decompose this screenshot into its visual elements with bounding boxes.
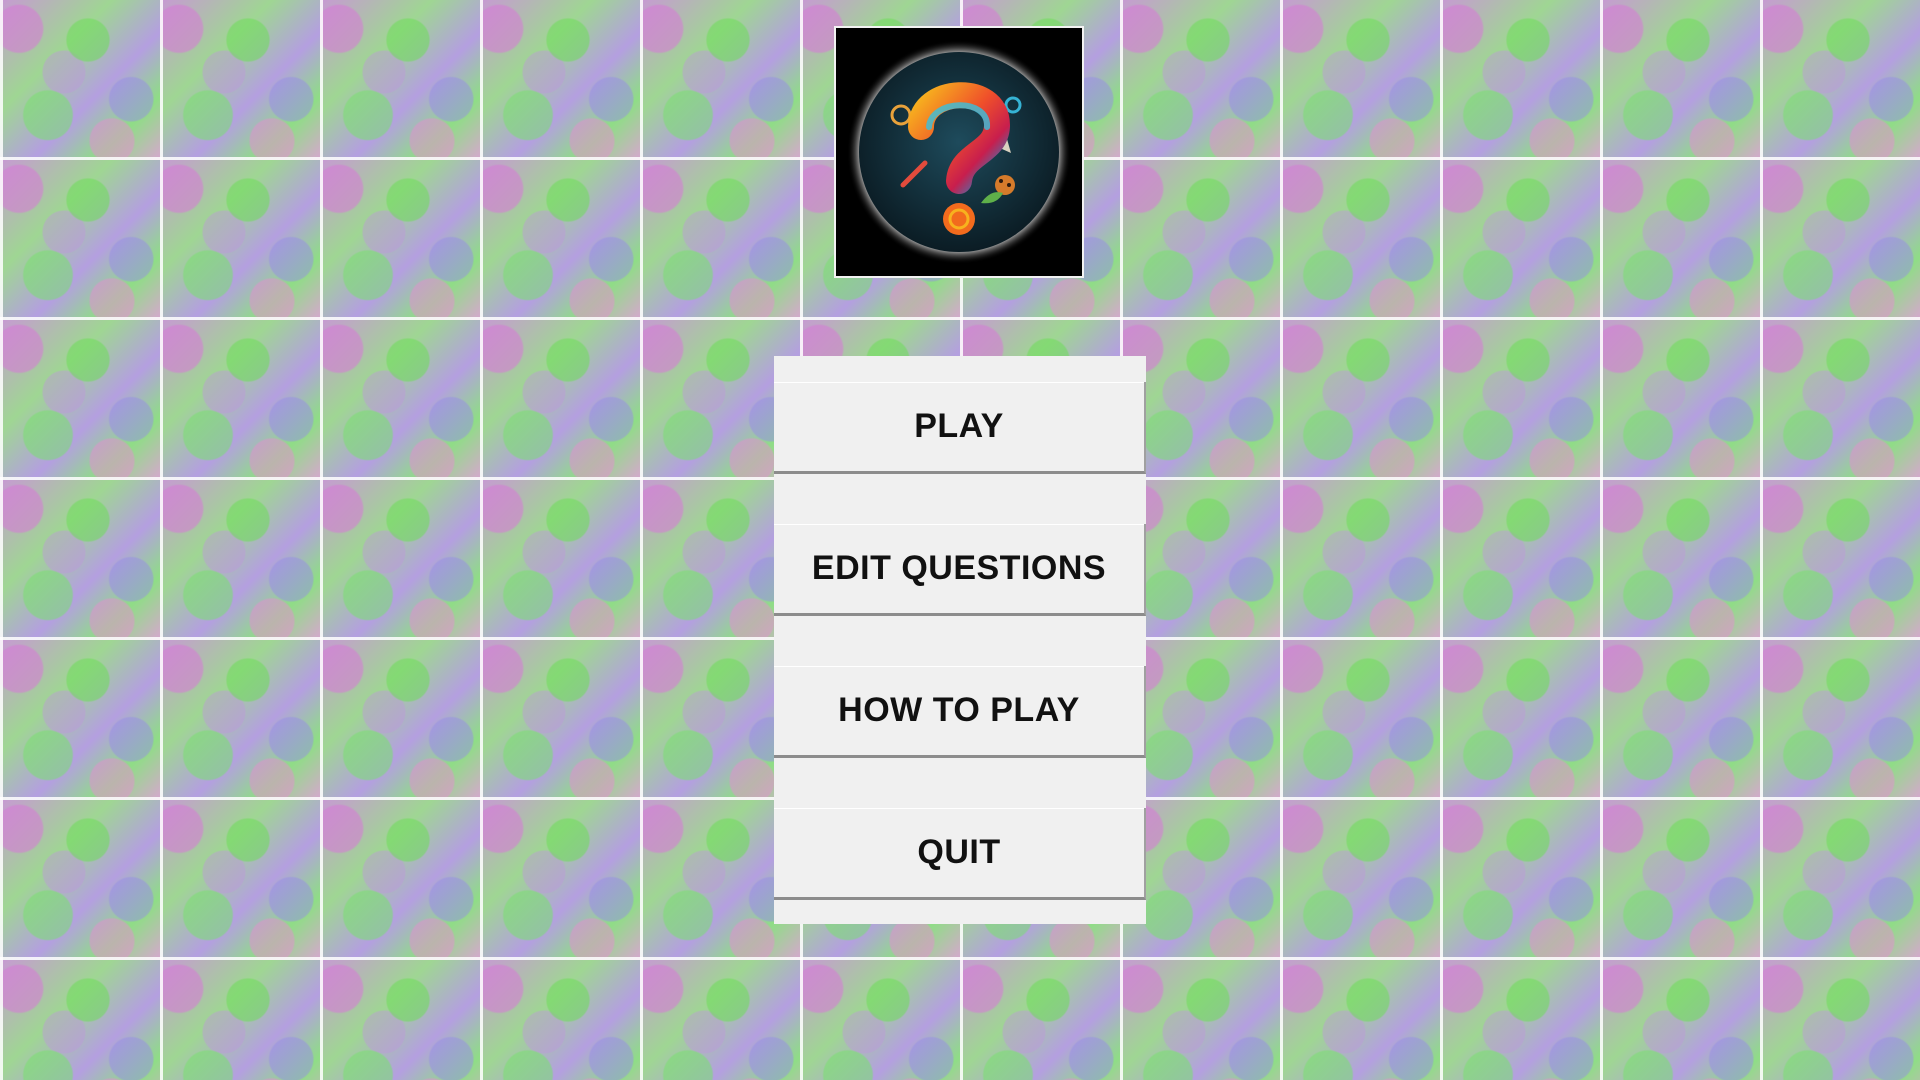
how-to-play-button[interactable]: HOW TO PLAY [774, 666, 1146, 758]
question-mark-icon [847, 40, 1071, 264]
quit-button[interactable]: QUIT [774, 808, 1146, 900]
edit-questions-button[interactable]: EDIT QUESTIONS [774, 524, 1146, 616]
logo [834, 26, 1084, 278]
play-button[interactable]: PLAY [774, 382, 1146, 474]
main-menu-panel: PLAY EDIT QUESTIONS HOW TO PLAY QUIT [774, 356, 1146, 924]
